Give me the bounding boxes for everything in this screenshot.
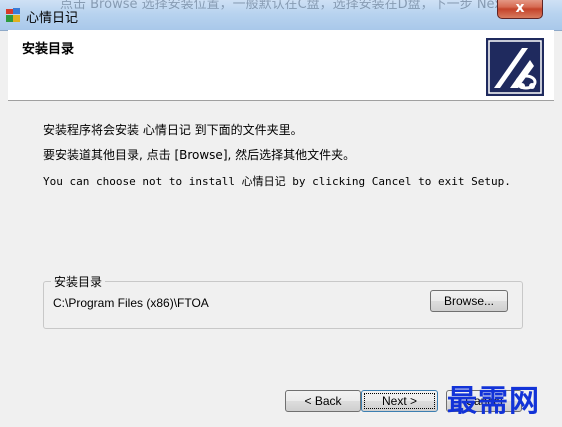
close-button[interactable]: x <box>497 0 543 19</box>
next-button-label: Next > <box>364 393 435 409</box>
next-button[interactable]: Next > <box>361 390 438 412</box>
header-panel: 安装目录 <box>8 30 554 101</box>
window-title: 心情日记 <box>26 11 79 26</box>
title-bar[interactable]: 点击 Browse 选择安装位置，一般默认在C盘，选择安装在D盘，下一步 Nex… <box>0 0 562 31</box>
content-panel: 安装程序将会安装 心情日记 到下面的文件夹里。 要安装道其他目录, 点击 [Br… <box>8 101 554 419</box>
app-icon <box>5 7 21 23</box>
browse-button[interactable]: Browse... <box>430 290 508 312</box>
install-dir-group: 安装目录 C:\Program Files (x86)\FTOA Browse.… <box>43 273 523 329</box>
installer-logo-icon <box>486 38 544 96</box>
watermark-text: 最需网 <box>447 384 540 419</box>
install-path-field[interactable]: C:\Program Files (x86)\FTOA <box>53 296 209 310</box>
page-title: 安装目录 <box>22 42 75 57</box>
background-window-text: 点击 Browse 选择安装位置，一般默认在C盘，选择安装在D盘，下一步 Nex… <box>60 0 508 12</box>
cancel-info-text: You can choose not to install 心情日记 by cl… <box>43 175 511 188</box>
close-icon: x <box>515 0 525 16</box>
install-info-text: 安装程序将会安装 心情日记 到下面的文件夹里。 <box>43 123 303 137</box>
back-button[interactable]: < Back <box>285 390 361 412</box>
install-dir-group-label: 安装目录 <box>51 273 106 290</box>
browse-info-text: 要安装道其他目录, 点击 [Browse], 然后选择其他文件夹。 <box>43 148 356 162</box>
